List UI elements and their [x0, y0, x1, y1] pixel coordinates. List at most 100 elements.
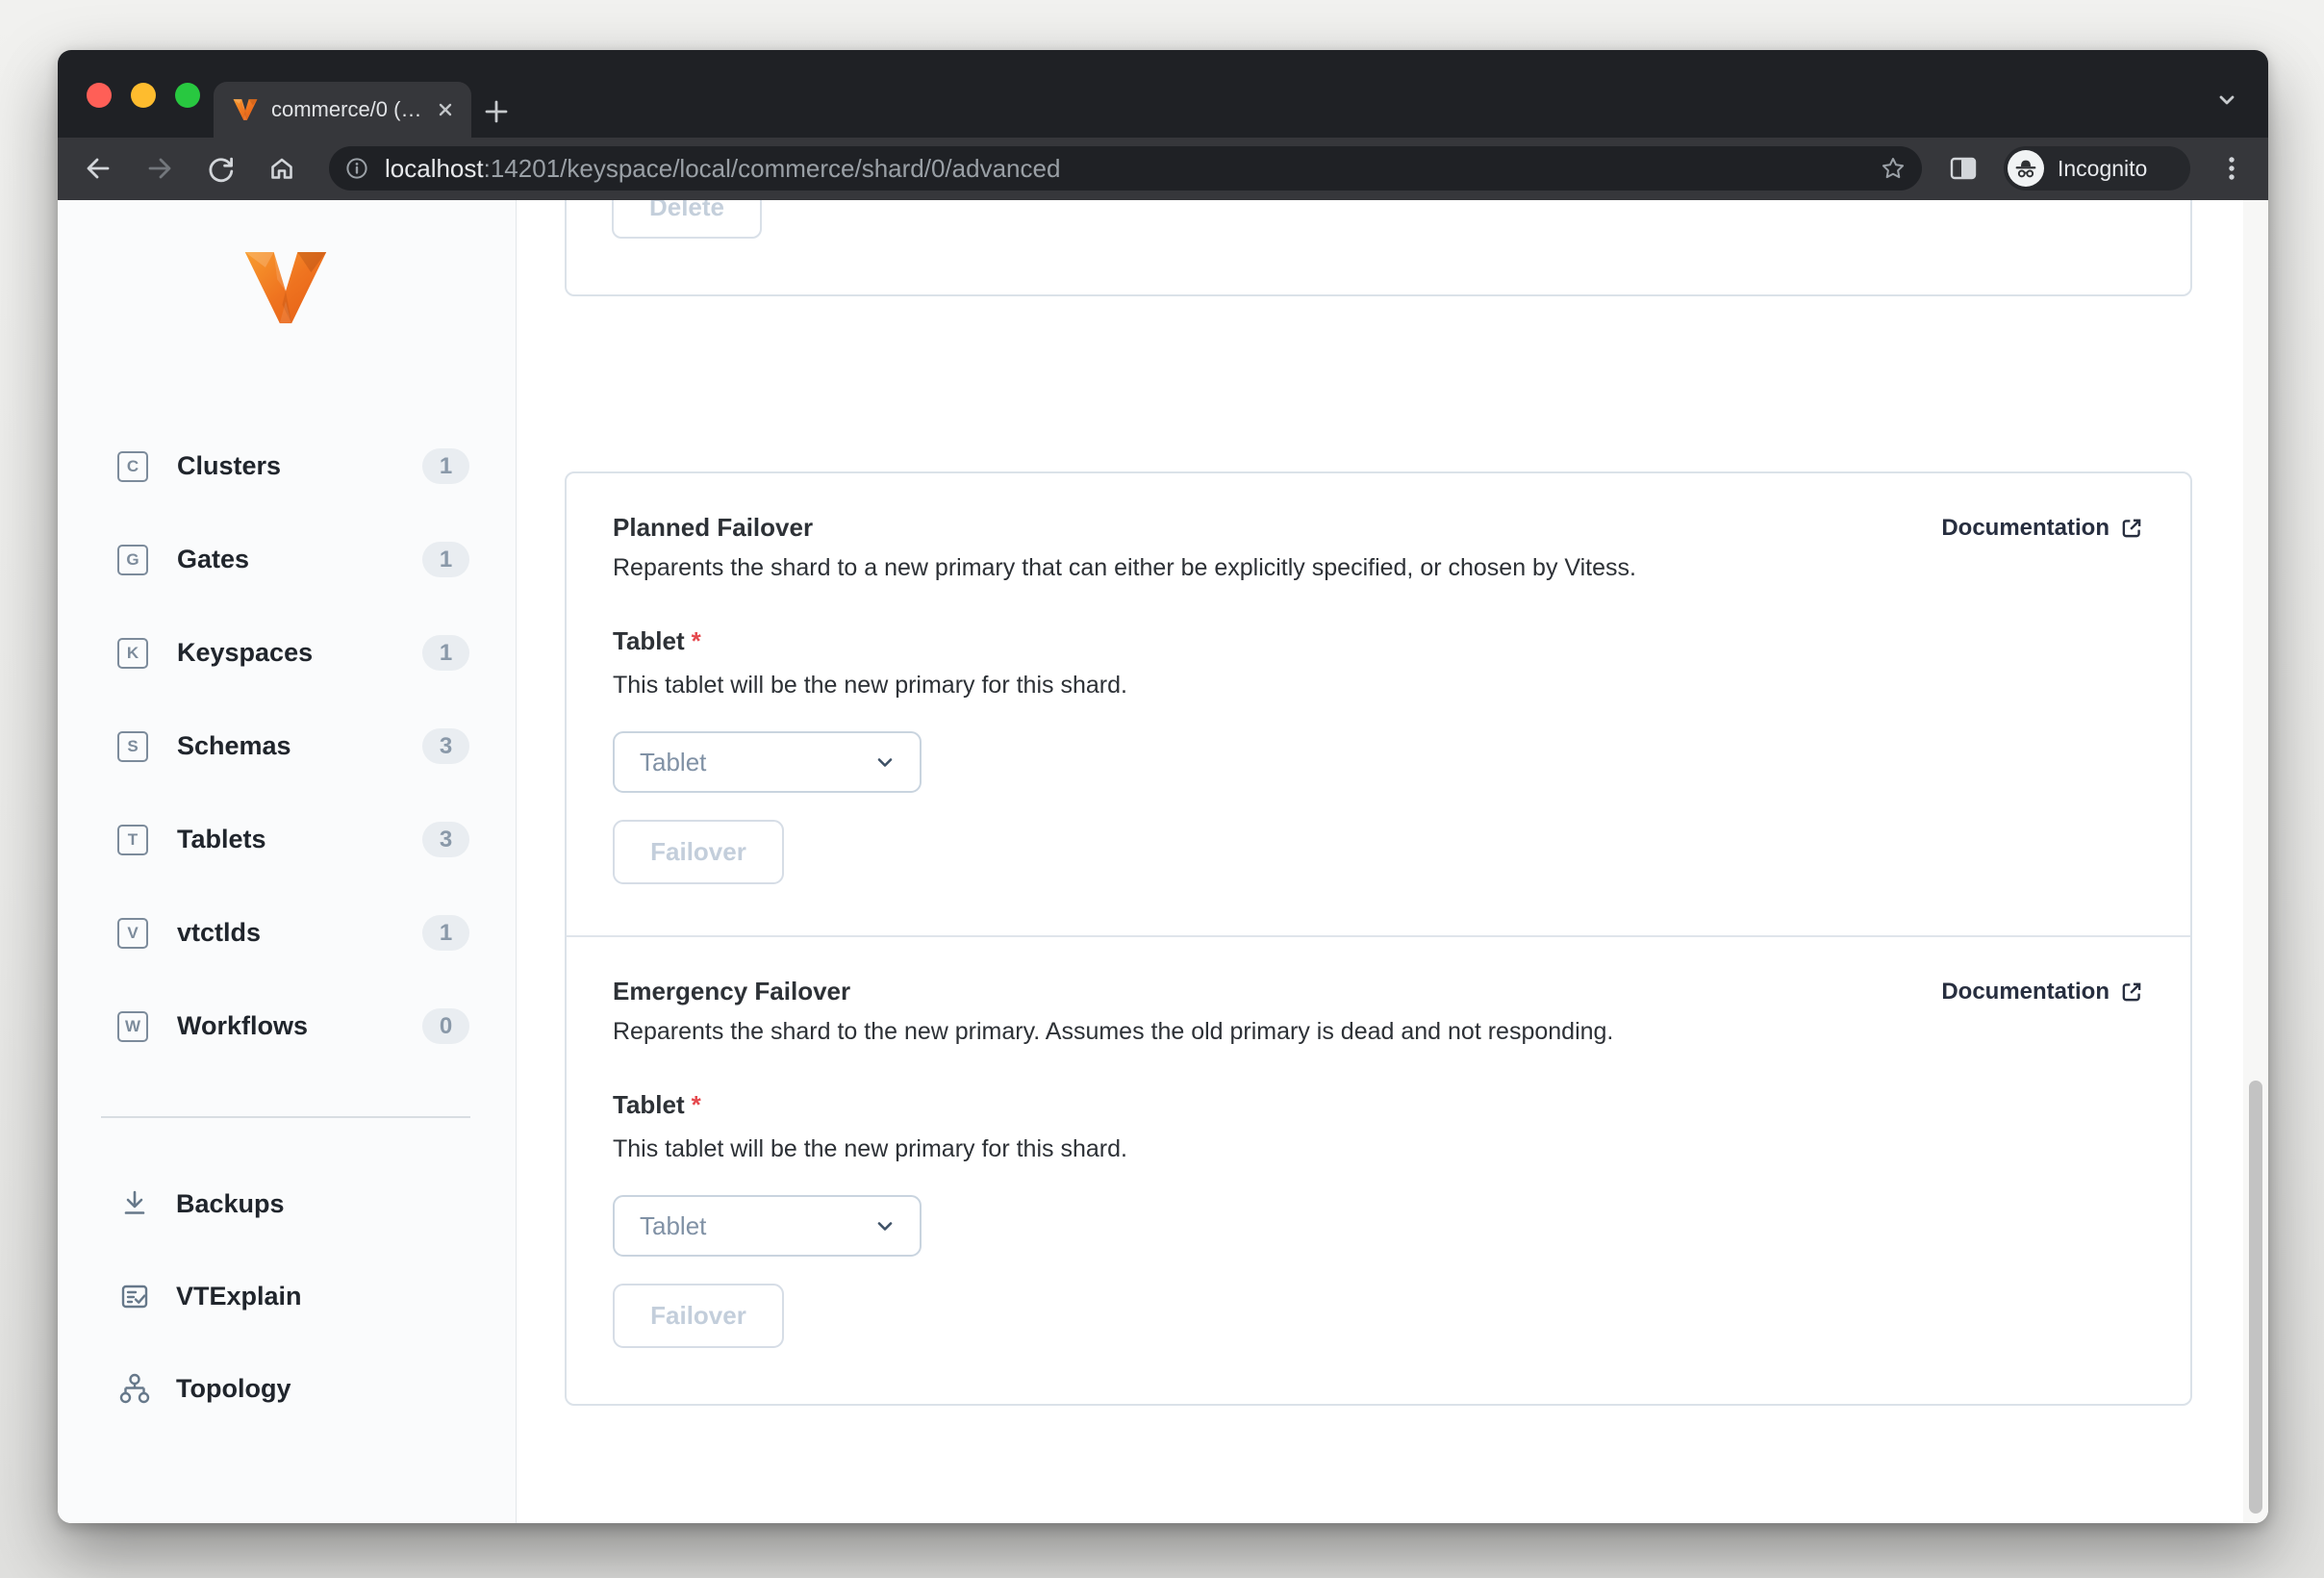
sidebar-item-tablets[interactable]: T Tablets 3	[58, 793, 516, 886]
previous-card-partial	[565, 200, 2192, 296]
delete-button[interactable]: Delete	[612, 200, 762, 239]
panel-title: Planned Failover	[613, 513, 814, 542]
tab-search-chevron-icon[interactable]	[2214, 88, 2239, 113]
reload-button[interactable]	[203, 151, 238, 186]
keyspaces-letter-icon: K	[117, 637, 148, 669]
count-badge: 3	[422, 822, 469, 857]
minimize-window-button[interactable]	[131, 83, 156, 108]
close-window-button[interactable]	[87, 83, 112, 108]
reparent-card: Planned Failover Documentation Reparents…	[565, 471, 2192, 1406]
sidebar-item-clusters[interactable]: C Clusters 1	[58, 420, 516, 513]
count-badge: 3	[422, 728, 469, 764]
vitess-favicon-icon	[233, 99, 258, 120]
external-link-icon	[2122, 519, 2141, 537]
sidebar-item-label: Tablets	[177, 825, 266, 853]
sidebar-item-label: vtctlds	[177, 918, 262, 947]
panel-title: Emergency Failover	[613, 977, 851, 1005]
workflows-letter-icon: W	[117, 1010, 148, 1042]
sidebar-item-label: Keyspaces	[177, 638, 314, 667]
sidebar-item-label: Workflows	[177, 1011, 309, 1040]
sidebar-item-workflows[interactable]: W Workflows 0	[58, 980, 516, 1073]
incognito-label: Incognito	[2058, 155, 2148, 181]
page-scrollbar-thumb[interactable]	[2249, 1081, 2262, 1514]
tablet-select-value: Tablet	[640, 1210, 707, 1240]
home-button[interactable]	[265, 151, 299, 186]
panel-description: Reparents the shard to a new primary tha…	[613, 554, 1636, 581]
browser-window: commerce/0 (local) | VTAdmin	[58, 50, 2268, 1523]
sidebar-item-vtexplain[interactable]: VTExplain	[58, 1250, 516, 1342]
side-panel-icon[interactable]	[1947, 152, 1980, 185]
sidebar-item-label: Backups	[176, 1188, 285, 1218]
tablet-field-label: Tablet *	[613, 1090, 701, 1119]
sidebar-nav: C Clusters 1 G Gates 1 K Keyspaces 1 S S…	[58, 420, 516, 1073]
count-badge: 0	[422, 1008, 469, 1044]
sidebar-item-schemas[interactable]: S Schemas 3	[58, 700, 516, 793]
url-text: localhost:14201/keyspace/local/commerce/…	[385, 154, 1868, 184]
documentation-link-label: Documentation	[1941, 979, 2109, 1005]
sidebar-item-gates[interactable]: G Gates 1	[58, 513, 516, 606]
vtadmin-app: C Clusters 1 G Gates 1 K Keyspaces 1 S S…	[58, 200, 2268, 1523]
sidebar-item-label: VTExplain	[176, 1281, 302, 1311]
bookmark-star-icon[interactable]	[1880, 155, 1907, 182]
sidebar-item-label: Gates	[177, 545, 250, 573]
count-badge: 1	[422, 635, 469, 671]
required-asterisk: *	[691, 626, 701, 655]
sidebar-item-topology[interactable]: Topology	[58, 1342, 516, 1435]
sidebar-divider	[101, 1116, 470, 1118]
clusters-letter-icon: C	[117, 450, 148, 482]
sidebar-item-vtctlds[interactable]: V vtctlds 1	[58, 886, 516, 980]
count-badge: 1	[422, 542, 469, 577]
tablet-select-value: Tablet	[640, 747, 707, 776]
tablet-field-label: Tablet *	[613, 626, 701, 655]
vitess-logo[interactable]	[243, 250, 328, 325]
back-button[interactable]	[81, 151, 115, 186]
vtctlds-letter-icon: V	[117, 917, 148, 949]
maximize-window-button[interactable]	[175, 83, 200, 108]
traffic-lights	[87, 83, 200, 108]
documentation-link-label: Documentation	[1941, 515, 2109, 541]
documentation-link[interactable]: Documentation	[1941, 512, 2144, 544]
tablet-select[interactable]: Tablet	[613, 1195, 922, 1257]
schemas-letter-icon: S	[117, 730, 148, 762]
url-path: :14201/keyspace/local/commerce/shard/0/a…	[483, 153, 1061, 183]
panel-description: Reparents the shard to the new primary. …	[613, 1018, 1614, 1045]
browser-tab[interactable]: commerce/0 (local) | VTAdmin	[214, 82, 471, 138]
sidebar-item-label: Topology	[176, 1373, 291, 1403]
tab-strip: commerce/0 (local) | VTAdmin	[58, 50, 2268, 138]
forward-button[interactable]	[142, 151, 177, 186]
tab-title: commerce/0 (local) | VTAdmin	[271, 97, 423, 121]
documentation-link[interactable]: Documentation	[1941, 976, 2144, 1007]
failover-button[interactable]: Failover	[613, 820, 784, 884]
topology-icon	[119, 1373, 150, 1404]
tablets-letter-icon: T	[117, 824, 148, 855]
count-badge: 1	[422, 915, 469, 951]
sidebar: C Clusters 1 G Gates 1 K Keyspaces 1 S S…	[58, 200, 517, 1523]
incognito-badge: Incognito	[2004, 146, 2190, 191]
count-badge: 1	[422, 448, 469, 484]
sidebar-item-label: Schemas	[177, 731, 291, 760]
sidebar-footer-nav: Backups VTExplain Topology	[58, 1158, 516, 1435]
external-link-icon	[2122, 982, 2141, 1001]
site-info-icon[interactable]	[344, 156, 369, 181]
failover-button[interactable]: Failover	[613, 1284, 784, 1348]
download-icon	[124, 1190, 145, 1214]
chevron-down-icon	[877, 758, 893, 767]
tab-close-icon[interactable]	[433, 97, 458, 122]
sidebar-item-backups[interactable]: Backups	[58, 1158, 516, 1250]
address-bar[interactable]: localhost:14201/keyspace/local/commerce/…	[329, 146, 1922, 191]
main-content: Delete Reparent Planned Failover Documen…	[517, 200, 2268, 1523]
url-host: localhost	[385, 153, 484, 183]
new-tab-button[interactable]	[481, 96, 512, 127]
browser-toolbar: localhost:14201/keyspace/local/commerce/…	[58, 138, 2268, 200]
browser-menu-icon[interactable]	[2215, 152, 2248, 185]
sidebar-item-label: Clusters	[177, 451, 282, 480]
sidebar-item-keyspaces[interactable]: K Keyspaces 1	[58, 606, 516, 700]
required-asterisk: *	[691, 1090, 701, 1119]
gates-letter-icon: G	[117, 544, 148, 575]
tablet-field-help: This tablet will be the new primary for …	[613, 672, 1127, 699]
planned-failover-panel: Planned Failover Documentation Reparents…	[567, 473, 2190, 937]
tablet-field-help: This tablet will be the new primary for …	[613, 1135, 1127, 1162]
chevron-down-icon	[877, 1222, 893, 1231]
page-scrollbar-track	[2243, 200, 2268, 1523]
tablet-select[interactable]: Tablet	[613, 731, 922, 793]
